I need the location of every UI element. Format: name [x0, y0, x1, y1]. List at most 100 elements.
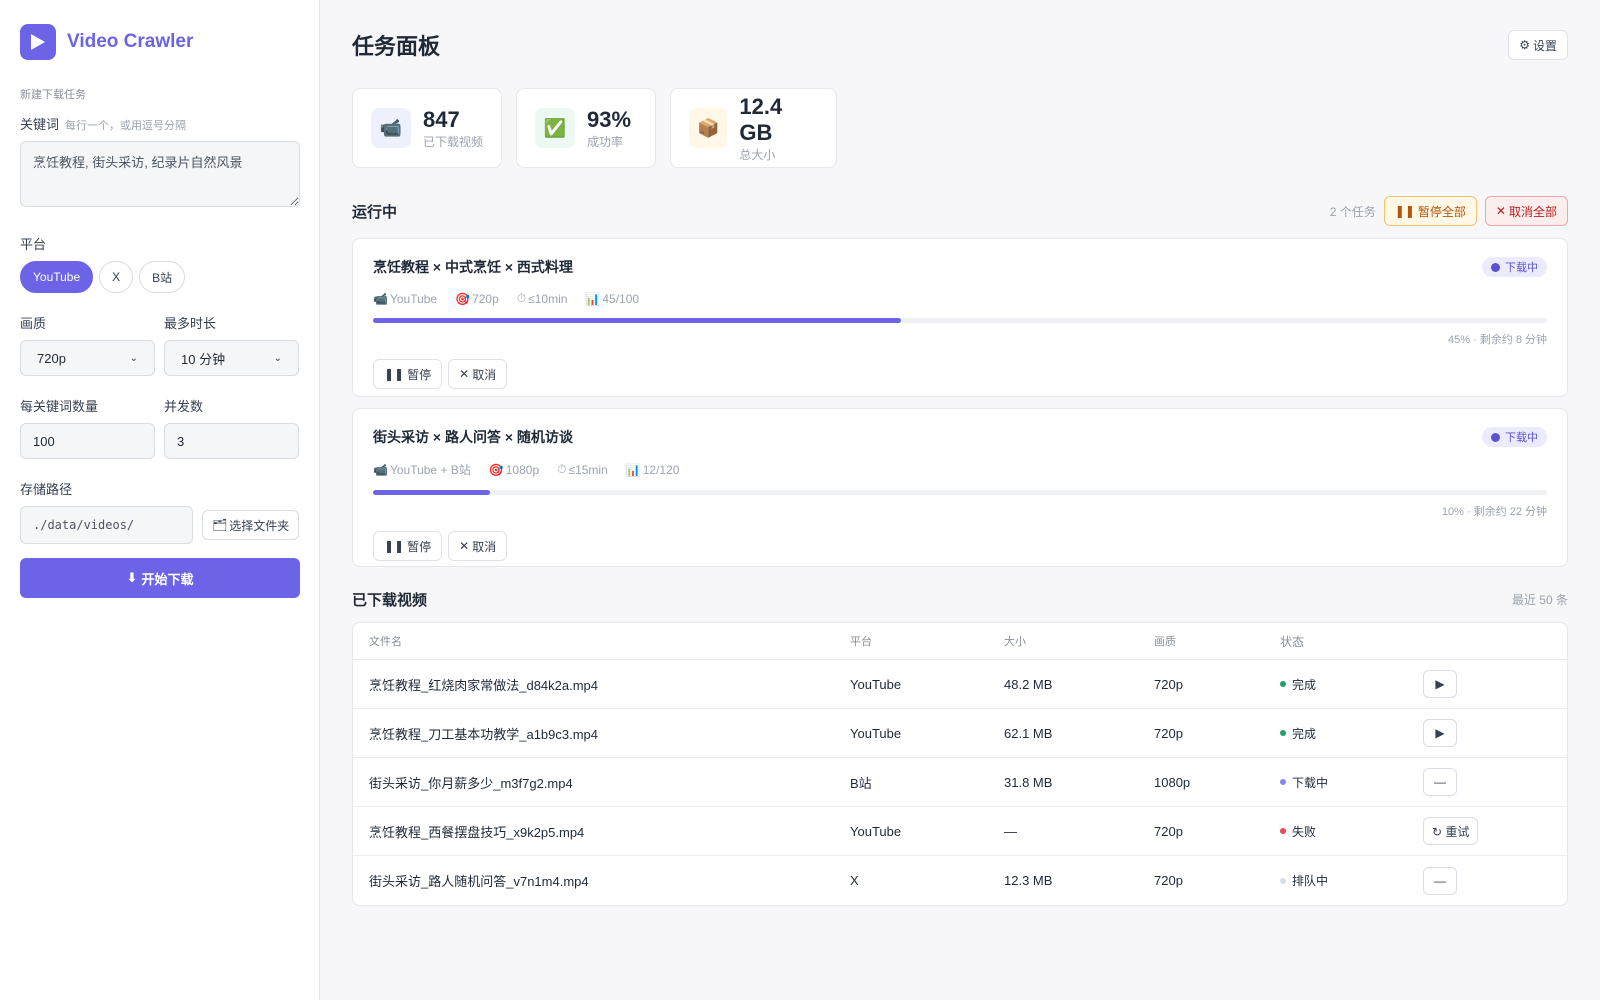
status-dot — [1491, 262, 1500, 272]
downloads-section-head: 已下载视频 最近 50 条 — [352, 589, 1568, 610]
cell-filename: 街头采访_你月薪多少_m3f7g2.mp4 — [369, 775, 573, 791]
table-header: 文件名 平台 大小 画质 状态 — [353, 623, 1567, 660]
settings-button[interactable]: ⚙ 设置 — [1508, 30, 1568, 60]
start-download-button[interactable]: ⬇ 开始下载 — [20, 558, 300, 598]
task-quality-label: 720p — [472, 291, 499, 306]
choose-folder-label: 选择文件夹 — [229, 518, 290, 533]
task-count: 📊 12/120 — [626, 461, 680, 478]
close-icon: ✕ — [1495, 204, 1506, 218]
cell-filename: 烹饪教程_刀工基本功教学_a1b9c3.mp4 — [369, 726, 599, 742]
status-badge: 下载中 — [1482, 257, 1547, 277]
cell-status: 完成 — [1280, 725, 1423, 742]
cancel-button[interactable]: ✕ 取消 — [448, 531, 508, 561]
brand-name: Video Crawler — [67, 31, 194, 52]
cell-platform: X — [850, 873, 859, 888]
pause-all-label: 暂停全部 — [1417, 204, 1466, 219]
running-actions: 2 个任务 ❚❚ 暂停全部 ✕ 取消全部 — [1330, 196, 1568, 226]
no-action-button[interactable]: — — [1423, 866, 1457, 895]
play-button[interactable]: ▶ — [1423, 719, 1457, 747]
settings-label: 设置 — [1532, 38, 1557, 53]
platform-chip-x[interactable]: X — [99, 261, 134, 293]
cell-action: — — [1423, 768, 1551, 796]
status-label: 完成 — [1292, 677, 1317, 692]
pause-button[interactable]: ❚❚ 暂停 — [373, 359, 443, 389]
cell-action: ▶ — [1423, 670, 1551, 698]
status-label: 完成 — [1292, 726, 1317, 741]
cell-size: 48.2 MB — [1004, 676, 1053, 692]
stat-label: 成功率 — [587, 134, 624, 149]
recent-count: 最近 50 条 — [1511, 593, 1568, 607]
chevron-down-icon: ⌄ — [273, 352, 282, 364]
downloads-title: 已下载视频 — [352, 592, 428, 609]
status-badge-label: 下载中 — [1505, 262, 1538, 274]
keywords-label: 关键词 每行一个，或用逗号分隔 — [20, 114, 299, 133]
stat-card-downloaded: 📹 847 已下载视频 — [352, 88, 502, 168]
task-count-label: 12/120 — [642, 462, 680, 477]
column-header-size: 大小 — [1004, 636, 1026, 648]
pause-icon: ❚❚ — [384, 539, 405, 553]
main-panel: 任务面板 ⚙ 设置 📹 847 已下载视频 ✅ 93% 成功率 📦 12.4 G… — [320, 0, 1600, 1000]
keywords-input[interactable]: 烹饪教程, 街头采访, 纪录片自然风景 — [20, 141, 300, 207]
concurrency-input[interactable]: 3 — [164, 423, 299, 459]
task-platform: 📹 YouTube + B站 — [373, 461, 471, 478]
quality-value: 720p — [37, 350, 66, 366]
cancel-all-label: 取消全部 — [1508, 204, 1557, 219]
play-button[interactable]: ▶ — [1423, 670, 1457, 698]
cancel-button[interactable]: ✕ 取消 — [448, 359, 508, 389]
status-badge: 下载中 — [1482, 427, 1547, 447]
pause-button[interactable]: ❚❚ 暂停 — [373, 531, 443, 561]
cell-action: — — [1423, 866, 1551, 895]
cell-platform: YouTube — [850, 676, 902, 692]
per-keyword-input[interactable]: 100 — [20, 423, 155, 459]
task-actions: ❚❚ 暂停 ✕ 取消 — [373, 531, 1547, 561]
task-count-label: 45/100 — [602, 291, 640, 306]
running-section-head: 运行中 2 个任务 ❚❚ 暂停全部 ✕ 取消全部 — [352, 196, 1568, 226]
platform-chip-bilibili[interactable]: B站 — [139, 261, 186, 293]
play-logo-icon — [20, 24, 56, 60]
cell-size: 62.1 MB — [1004, 725, 1053, 741]
status-dot — [1280, 730, 1286, 736]
stat-card-total-size: 📦 12.4 GB 总大小 — [670, 88, 837, 168]
progress-fill — [373, 318, 902, 323]
stat-card-success-rate: ✅ 93% 成功率 — [516, 88, 656, 168]
concurrency-label: 并发数 — [164, 399, 204, 414]
progress-text: 45% · 剩余约 8 分钟 — [1447, 334, 1547, 346]
task-card: 街头采访 × 路人问答 × 随机访谈 下载中 📹 YouTube + B站 🎯 10… — [352, 408, 1568, 567]
check-icon: ✅ — [535, 108, 575, 148]
retry-button[interactable]: ↻ 重试 — [1423, 817, 1479, 845]
column-header-platform: 平台 — [850, 636, 872, 648]
platform-chip-youtube[interactable]: YouTube — [20, 261, 94, 293]
cell-quality: 720p — [1154, 873, 1183, 888]
target-icon: 🎯 — [455, 291, 471, 306]
progress-fill — [373, 490, 491, 495]
table-row: 街头采访_路人随机问答_v7n1m4.mp4 X 12.3 MB 720p 排队中 — — [353, 856, 1567, 905]
column-header-quality: 画质 — [1154, 636, 1176, 648]
keywords-hint: 每行一个，或用逗号分隔 — [65, 120, 187, 132]
target-icon: 🎯 — [488, 462, 504, 477]
progress-track — [373, 318, 1547, 323]
duration-select[interactable]: 10 分钟 ⌄ — [164, 340, 299, 376]
task-duration-label: ≤10min — [528, 291, 568, 306]
status-dot — [1491, 432, 1500, 442]
progress-text: 10% · 剩余约 22 分钟 — [1441, 506, 1547, 518]
task-title: 烹饪教程 × 中式烹饪 × 西式料理 — [373, 259, 573, 275]
no-action-button[interactable]: — — [1423, 768, 1457, 796]
pause-all-button[interactable]: ❚❚ 暂停全部 — [1383, 196, 1477, 226]
cell-size: 12.3 MB — [1004, 873, 1053, 888]
quality-select[interactable]: 720p ⌄ — [20, 340, 155, 376]
cell-platform: YouTube — [850, 725, 902, 741]
cancel-all-button[interactable]: ✕ 取消全部 — [1484, 196, 1568, 226]
progress-track — [373, 490, 1547, 495]
storage-path-input[interactable]: ./data/videos/ — [20, 506, 194, 544]
task-duration: ⏱ ≤15min — [557, 461, 608, 478]
stat-label: 总大小 — [739, 147, 776, 162]
status-dot — [1280, 681, 1286, 687]
choose-folder-button[interactable]: 🗂 选择文件夹 — [202, 510, 299, 540]
cell-quality: 720p — [1154, 823, 1183, 839]
column-header-status: 状态 — [1280, 634, 1305, 649]
per-keyword-group: 每关键词数量 100 — [20, 396, 155, 459]
cell-status: 下载中 — [1280, 774, 1423, 791]
gear-icon: ⚙ — [1519, 38, 1530, 52]
sidebar: Video Crawler 新建下载任务 关键词 每行一个，或用逗号分隔 烹饪教… — [0, 0, 320, 1000]
cell-platform: YouTube — [850, 823, 902, 839]
